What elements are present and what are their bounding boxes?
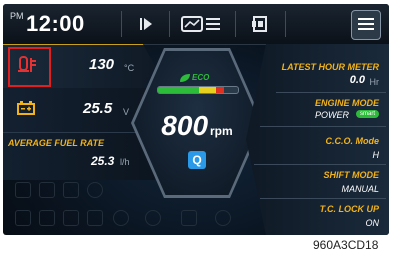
engine-mode-label: ENGINE MODE	[314, 98, 379, 108]
warning-lamp-icon	[39, 182, 55, 198]
battery-unit: V	[123, 107, 130, 117]
divider	[121, 11, 122, 37]
divider	[235, 11, 236, 37]
hour-meter-label: LATEST HOUR METER	[281, 62, 379, 72]
figure-code: 960A3CD18	[313, 238, 379, 252]
fuel-rate-unit: l/h	[120, 157, 130, 167]
display-settings-icon[interactable]	[179, 10, 225, 38]
rpm-unit: rpm	[210, 124, 233, 138]
coolant-temp-value: 130	[89, 56, 115, 73]
warning-lamp-icon	[145, 210, 161, 226]
divider	[285, 11, 286, 37]
warning-lamp-icon	[15, 210, 31, 226]
warning-lamp-icon	[87, 182, 103, 198]
eco-gauge-bar	[157, 86, 239, 94]
fuel-rate-label: AVERAGE FUEL RATE	[8, 138, 105, 148]
display-screen: PM 12:00 130 °C 25.5 V AVERAGE FUEL RATE…	[3, 4, 389, 235]
camera-mode-icon[interactable]	[245, 10, 275, 38]
battery-icon	[16, 100, 36, 121]
cco-mode-label: C.C.O. Mode	[325, 136, 380, 146]
rpm-gauge: ECO 800 rpm Q	[131, 48, 263, 198]
warning-lamp-icon	[87, 210, 103, 226]
shift-mode-label: SHIFT MODE	[323, 170, 380, 180]
smart-badge: smart	[356, 110, 379, 118]
rpm-value: 800	[161, 110, 209, 141]
rpm-readout: 800 rpm	[131, 110, 263, 142]
warning-lamp-icon	[181, 210, 197, 226]
divider	[169, 11, 170, 37]
shift-mode-value: MANUAL	[341, 184, 379, 194]
warning-lamp-icon	[63, 210, 79, 226]
engine-mode-value: POWER	[314, 110, 349, 120]
warning-lamp-icon	[113, 210, 129, 226]
warning-lamp-icon	[15, 182, 31, 198]
warning-lamp-icon	[63, 182, 79, 198]
tc-lockup-label: T.C. LOCK UP	[319, 204, 379, 214]
ampm-indicator: PM	[10, 11, 24, 21]
hour-meter-value: 0.0	[349, 74, 365, 86]
quick-mode-icon[interactable]: Q	[188, 151, 206, 169]
play-step-icon[interactable]	[131, 10, 161, 38]
right-panel: LATEST HOUR METER 0.0 Hr ENGINE MODE POW…	[246, 44, 389, 235]
top-bar: PM 12:00	[3, 4, 389, 45]
coolant-temp-icon	[17, 55, 39, 80]
warning-lamp-icon	[39, 210, 55, 226]
eco-gauge-fill	[158, 87, 224, 93]
tc-lockup-value: ON	[365, 218, 380, 228]
fuel-rate-value: 25.3	[91, 154, 115, 168]
clock: 12:00	[26, 11, 85, 36]
warning-lamp-icon	[215, 210, 231, 226]
eco-label: ECO	[192, 73, 210, 82]
hour-meter-unit: Hr	[369, 77, 380, 87]
battery-value: 25.5	[83, 100, 113, 117]
cco-mode-value: H	[372, 150, 380, 160]
menu-icon[interactable]	[351, 10, 381, 40]
